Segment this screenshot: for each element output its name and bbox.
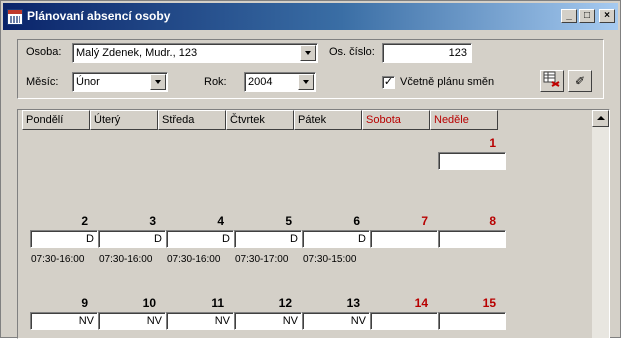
day-absence-field[interactable]: NV	[30, 312, 98, 330]
mesic-value: Únor	[76, 76, 100, 88]
shift-time: 07:30-15:00	[303, 254, 357, 265]
day-absence-field[interactable]	[438, 230, 506, 248]
day-absence-field[interactable]	[370, 312, 438, 330]
window-title: Plánovaní absencí osoby	[27, 9, 171, 23]
shift-time: 07:30-17:00	[235, 254, 289, 265]
day-number: 4	[217, 214, 224, 228]
os-cislo-field[interactable]: 123	[382, 43, 472, 63]
weekday-header[interactable]: Čtvrtek	[226, 110, 294, 130]
calendar-icon	[7, 9, 23, 25]
title-bar[interactable]: Plánovaní absencí osoby _ □ ×	[3, 3, 618, 30]
rok-label: Rok:	[204, 76, 227, 88]
day-absence-field[interactable]: D	[302, 230, 370, 248]
day-number: 2	[81, 214, 88, 228]
mesic-label: Měsíc:	[26, 76, 59, 88]
weekday-header[interactable]: Středa	[158, 110, 226, 130]
absence-planning-window: Plánovaní absencí osoby _ □ × Osoba: Mal…	[0, 0, 621, 339]
delete-grid-icon	[543, 71, 560, 87]
include-shift-plan-label: Včetně plánu směn	[400, 76, 495, 88]
day-number: 10	[142, 296, 156, 310]
shift-time: 07:30-16:00	[31, 254, 85, 265]
day-number: 5	[285, 214, 292, 228]
weekday-header[interactable]: Úterý	[90, 110, 158, 130]
scroll-up-icon[interactable]	[592, 110, 609, 127]
vertical-scrollbar[interactable]	[592, 110, 609, 338]
day-number: 14	[414, 296, 428, 310]
os-cislo-label: Os. číslo:	[329, 46, 375, 58]
day-number: 15	[482, 296, 496, 310]
eraser-button[interactable]: ✐	[568, 70, 592, 92]
day-absence-field[interactable]: NV	[302, 312, 370, 330]
shift-time: 07:30-16:00	[99, 254, 153, 265]
chevron-down-icon[interactable]	[150, 74, 166, 90]
day-absence-field[interactable]: D	[234, 230, 302, 248]
day-absence-field[interactable]: D	[98, 230, 166, 248]
day-number: 8	[489, 214, 496, 228]
day-number: 6	[353, 214, 360, 228]
day-absence-field[interactable]	[438, 152, 506, 170]
day-absence-field[interactable]: D	[166, 230, 234, 248]
weekday-header[interactable]: Pátek	[294, 110, 362, 130]
close-button[interactable]: ×	[599, 9, 615, 23]
osoba-combobox[interactable]: Malý Zdenek, Mudr., 123	[72, 43, 318, 63]
day-number: 13	[346, 296, 360, 310]
shift-time: 07:30-16:00	[167, 254, 221, 265]
day-absence-field[interactable]: D	[30, 230, 98, 248]
day-number: 11	[211, 296, 224, 310]
weekday-header[interactable]: Pondělí	[22, 110, 90, 130]
day-number: 9	[81, 296, 88, 310]
delete-plan-button[interactable]	[540, 70, 564, 92]
day-absence-field[interactable]	[370, 230, 438, 248]
rok-combobox[interactable]: 2004	[244, 72, 316, 92]
maximize-button[interactable]: □	[579, 9, 595, 23]
mesic-combobox[interactable]: Únor	[72, 72, 168, 92]
osoba-value: Malý Zdenek, Mudr., 123	[76, 47, 198, 59]
chevron-down-icon[interactable]	[298, 74, 314, 90]
day-absence-field[interactable]: NV	[234, 312, 302, 330]
day-number: 12	[278, 296, 292, 310]
minimize-button[interactable]: _	[561, 9, 577, 23]
eraser-icon: ✐	[574, 74, 586, 88]
rok-value: 2004	[248, 76, 273, 88]
filter-panel: Osoba: Malý Zdenek, Mudr., 123 Os. číslo…	[17, 39, 604, 99]
include-shift-plan-checkbox[interactable]: ✓	[382, 76, 395, 89]
day-absence-field[interactable]	[438, 312, 506, 330]
day-absence-field[interactable]: NV	[98, 312, 166, 330]
day-number: 3	[149, 214, 156, 228]
day-number: 1	[489, 136, 496, 150]
day-number: 7	[421, 214, 428, 228]
osoba-label: Osoba:	[26, 46, 62, 58]
chevron-down-icon[interactable]	[300, 45, 316, 61]
weekday-header[interactable]: Sobota	[362, 110, 430, 130]
day-absence-field[interactable]: NV	[166, 312, 234, 330]
calendar-grid: Pondělí Úterý Středa Čtvrtek Pátek Sobota Nedě…	[17, 109, 610, 339]
weekday-header[interactable]: Neděle	[430, 110, 498, 130]
